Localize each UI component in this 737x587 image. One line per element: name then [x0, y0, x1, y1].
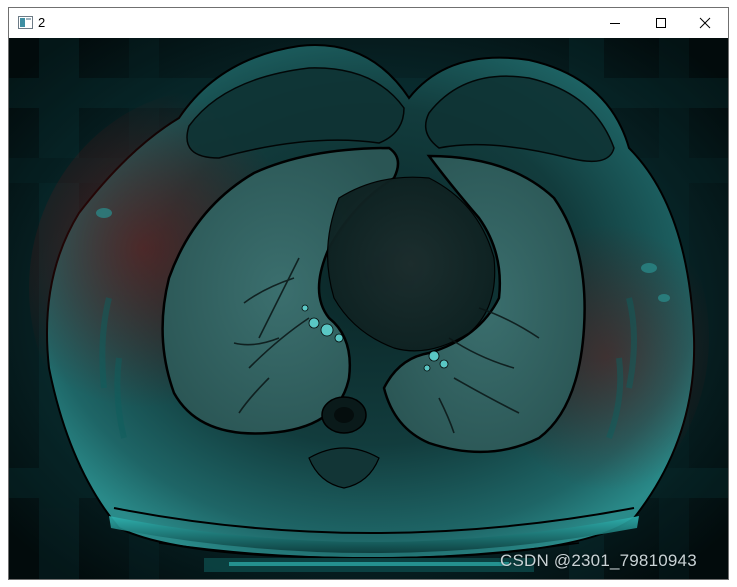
close-button[interactable]	[682, 8, 728, 38]
title-bar[interactable]: 2	[9, 8, 728, 38]
window-title: 2	[38, 15, 46, 30]
close-icon	[699, 17, 711, 29]
window-frame: 2	[8, 7, 729, 580]
maximize-button[interactable]	[638, 8, 684, 38]
watermark-text: CSDN @2301_79810943	[500, 551, 697, 570]
app-window: 2 CSDN @2301_79810943	[0, 0, 737, 587]
minimize-button[interactable]	[592, 8, 638, 38]
minimize-icon	[610, 23, 620, 24]
maximize-icon	[656, 18, 666, 28]
ct-scan-image	[9, 38, 728, 579]
window-app-icon	[18, 16, 33, 29]
image-display[interactable]	[9, 38, 728, 579]
